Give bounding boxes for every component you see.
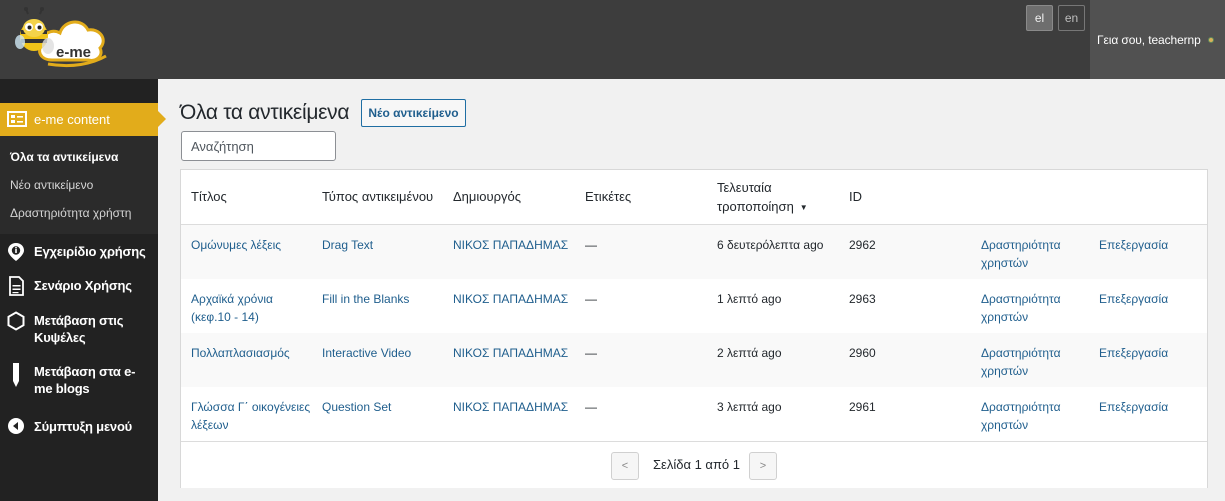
item-creator-link[interactable]: ΝΙΚΟΣ ΠΑΠΑΔΗΜΑΣ [453, 344, 568, 362]
hexagon-icon [7, 311, 25, 331]
item-title-link[interactable]: Ομώνυμες λέξεις [191, 236, 311, 254]
item-title-link[interactable]: Γλώσσα Γ΄ οικογένειες λέξεων [191, 398, 311, 434]
items-table: Τίτλος Τύπος αντικειμένου Δημιουργός Ετι… [180, 169, 1208, 488]
item-title-link[interactable]: Πολλαπλασιασμός [191, 344, 311, 362]
column-header-modified-label: Τελευταία τροποποίηση [717, 180, 794, 214]
e-me-logo[interactable]: e-me [12, 6, 108, 70]
sidebar-submenu: Όλα τα αντικείμενα Νέο αντικείμενο Δραστ… [0, 136, 158, 234]
pagination: < Σελίδα 1 από 1 > [181, 441, 1207, 488]
table-row: Ομώνυμες λέξεις Drag Text ΝΙΚΟΣ ΠΑΠΑΔΗΜΑ… [181, 225, 1207, 279]
user-activity-link[interactable]: Δραστηριότητα χρηστών [981, 398, 1081, 434]
avatar [1208, 37, 1214, 43]
search-input[interactable] [181, 131, 336, 161]
collapse-arrow-icon [8, 418, 24, 434]
item-id: 2961 [849, 400, 876, 414]
item-id: 2960 [849, 346, 876, 360]
page-title: Όλα τα αντικείμενα [180, 101, 350, 124]
sort-desc-icon: ▼ [799, 203, 808, 212]
language-en-button[interactable]: en [1058, 5, 1085, 31]
prev-page-button[interactable]: < [611, 452, 639, 480]
item-type-link[interactable]: Interactive Video [322, 344, 411, 362]
sidebar-item-label: Εγχειρίδιο χρήσης [34, 244, 146, 259]
top-bar: e-me el en Γεια σου, teachernp [0, 0, 1225, 79]
sidebar-item-label: Μετάβαση στις Κυψέλες [34, 313, 124, 345]
item-tags: — [585, 346, 597, 360]
item-type-link[interactable]: Drag Text [322, 236, 373, 254]
page-indicator: Σελίδα 1 από 1 [653, 457, 740, 472]
info-pin-icon [8, 243, 24, 261]
item-modified: 2 λεπτά ago [717, 346, 782, 360]
table-row: Πολλαπλασιασμός Interactive Video ΝΙΚΟΣ … [181, 333, 1207, 387]
column-header-type[interactable]: Τύπος αντικειμένου [322, 187, 433, 206]
edit-link[interactable]: Επεξεργασία [1099, 236, 1168, 254]
item-creator-link[interactable]: ΝΙΚΟΣ ΠΑΠΑΔΗΜΑΣ [453, 398, 568, 416]
user-menu[interactable]: Γεια σου, teachernp [1090, 0, 1225, 79]
sidebar-item-label: Μετάβαση στα e-me blogs [34, 364, 136, 396]
sidebar-item-label: Σενάριο Χρήσης [34, 278, 132, 293]
new-item-button[interactable]: Νέο αντικείμενο [361, 99, 466, 127]
item-creator-link[interactable]: ΝΙΚΟΣ ΠΑΠΑΔΗΜΑΣ [453, 236, 568, 254]
user-activity-link[interactable]: Δραστηριότητα χρηστών [981, 236, 1081, 272]
table-header: Τίτλος Τύπος αντικειμένου Δημιουργός Ετι… [181, 170, 1207, 225]
pencil-icon [13, 363, 19, 387]
item-type-link[interactable]: Fill in the Blanks [322, 290, 409, 308]
logo-text: e-me [56, 44, 91, 61]
sidebar-item-blogs[interactable]: Μετάβαση στα e-me blogs [0, 362, 158, 402]
item-modified: 6 δευτερόλεπτα ago [717, 238, 824, 252]
sidebar-item-e-me-content[interactable]: e-me content [0, 103, 166, 136]
submenu-all-items[interactable]: Όλα τα αντικείμενα [10, 150, 118, 164]
sidebar-item-usage-scenario[interactable]: Σενάριο Χρήσης [0, 275, 158, 299]
sidebar-item-hives[interactable]: Μετάβαση στις Κυψέλες [0, 309, 158, 349]
sidebar-item-manual[interactable]: Εγχειρίδιο χρήσης [0, 241, 158, 265]
column-header-modified[interactable]: Τελευταία τροποποίηση ▼ [717, 178, 817, 218]
sidebar-item-collapse-menu[interactable]: Σύμπτυξη μενού [0, 415, 158, 439]
column-header-tags: Ετικέτες [585, 189, 632, 204]
table-row: Αρχαϊκά χρόνια (κεφ.10 - 14) Fill in the… [181, 279, 1207, 333]
edit-link[interactable]: Επεξεργασία [1099, 344, 1168, 362]
language-el-button[interactable]: el [1026, 5, 1053, 31]
item-id: 2962 [849, 238, 876, 252]
next-page-button[interactable]: > [749, 452, 777, 480]
column-header-id[interactable]: ID [849, 187, 862, 206]
item-tags: — [585, 238, 597, 252]
edit-link[interactable]: Επεξεργασία [1099, 290, 1168, 308]
sidebar-item-label: e-me content [34, 112, 110, 127]
submenu-new-item[interactable]: Νέο αντικείμενο [10, 178, 93, 192]
item-type-link[interactable]: Question Set [322, 398, 391, 416]
column-header-title[interactable]: Τίτλος [191, 187, 227, 206]
sidebar: e-me content Όλα τα αντικείμενα Νέο αντι… [0, 79, 166, 501]
user-activity-link[interactable]: Δραστηριότητα χρηστών [981, 290, 1081, 326]
submenu-user-activity[interactable]: Δραστηριότητα χρήστη [10, 206, 131, 220]
item-modified: 3 λεπτά ago [717, 400, 782, 414]
item-title-link[interactable]: Αρχαϊκά χρόνια (κεφ.10 - 14) [191, 290, 311, 326]
item-creator-link[interactable]: ΝΙΚΟΣ ΠΑΠΑΔΗΜΑΣ [453, 290, 568, 308]
user-activity-link[interactable]: Δραστηριότητα χρηστών [981, 344, 1081, 380]
sidebar-item-label: Σύμπτυξη μενού [34, 419, 133, 434]
item-tags: — [585, 292, 597, 306]
item-tags: — [585, 400, 597, 414]
edit-link[interactable]: Επεξεργασία [1099, 398, 1168, 416]
content-list-icon [7, 111, 27, 127]
column-header-creator[interactable]: Δημιουργός [453, 187, 521, 206]
item-id: 2963 [849, 292, 876, 306]
table-row: Γλώσσα Γ΄ οικογένειες λέξεων Question Se… [181, 387, 1207, 441]
user-greeting: Γεια σου, teachernp [1097, 33, 1201, 47]
document-icon [9, 276, 24, 296]
item-modified: 1 λεπτό ago [717, 292, 782, 306]
